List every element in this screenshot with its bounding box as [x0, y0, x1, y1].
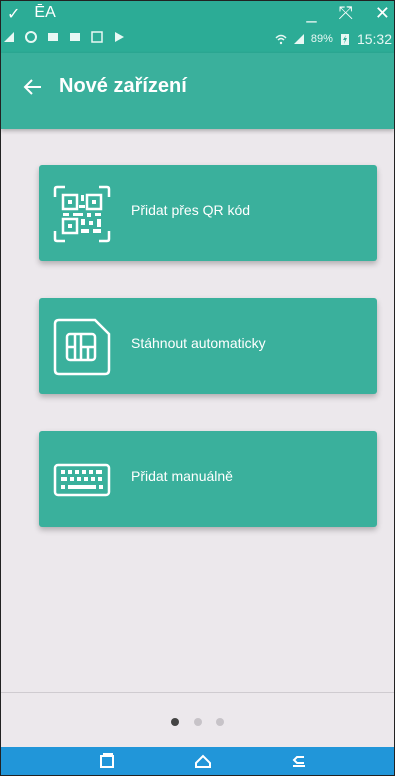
- add-manually-button[interactable]: Přidat manuálně: [39, 431, 377, 527]
- option-label-qr: Přidat přes QR kód: [131, 202, 251, 218]
- home-icon[interactable]: [193, 751, 213, 771]
- page-dot-2[interactable]: [193, 718, 202, 726]
- keyboard-icon: [53, 463, 111, 497]
- sim-card-icon: [53, 318, 111, 376]
- back-arrow-icon[interactable]: [21, 75, 45, 99]
- navigation-bar: [1, 747, 394, 775]
- recent-apps-icon[interactable]: [97, 751, 117, 771]
- image-icon: [48, 33, 58, 41]
- download-automatically-button[interactable]: Stáhnout automaticky: [39, 298, 377, 394]
- cell-signal-icon: [293, 34, 304, 44]
- option-label-auto: Stáhnout automaticky: [131, 335, 266, 351]
- battery-percent: 89%: [310, 33, 333, 45]
- minimize-button[interactable]: _: [306, 3, 316, 24]
- close-button[interactable]: ✕: [375, 3, 390, 24]
- page-dot-3[interactable]: [215, 718, 224, 726]
- page-title: Nové zařízení: [59, 75, 187, 97]
- sync-icon: [25, 31, 37, 43]
- divider: [1, 692, 394, 693]
- back-icon[interactable]: [289, 751, 309, 771]
- input-method-label: ĒA: [34, 4, 56, 21]
- play-store-icon: [115, 32, 124, 42]
- window-caption-bar: ✓ ĒA _ ⤧ ✕: [1, 1, 394, 27]
- wifi-icon: [275, 34, 287, 45]
- qr-code-icon: [53, 185, 111, 243]
- gallery-icon: [70, 33, 80, 41]
- clock: 15:32: [356, 31, 392, 47]
- add-via-qr-button[interactable]: Přidat přes QR kód: [39, 165, 377, 261]
- signal-alert-icon: [4, 32, 14, 42]
- page-indicator: [1, 713, 394, 726]
- text-icon: [91, 31, 103, 43]
- page-dot-1[interactable]: [171, 718, 180, 726]
- app-bar: Nové zařízení: [1, 53, 394, 129]
- fullscreen-button[interactable]: ⤧: [339, 3, 353, 24]
- battery-charging-icon: [340, 34, 349, 45]
- phone-frame: ✓ ĒA _ ⤧ ✕ 89% 15:32 Nové zařízení Přida…: [0, 0, 395, 776]
- status-bar: 89% 15:32: [1, 27, 394, 53]
- chevron-down-icon[interactable]: ✓: [7, 4, 20, 24]
- option-label-manual: Přidat manuálně: [131, 468, 233, 484]
